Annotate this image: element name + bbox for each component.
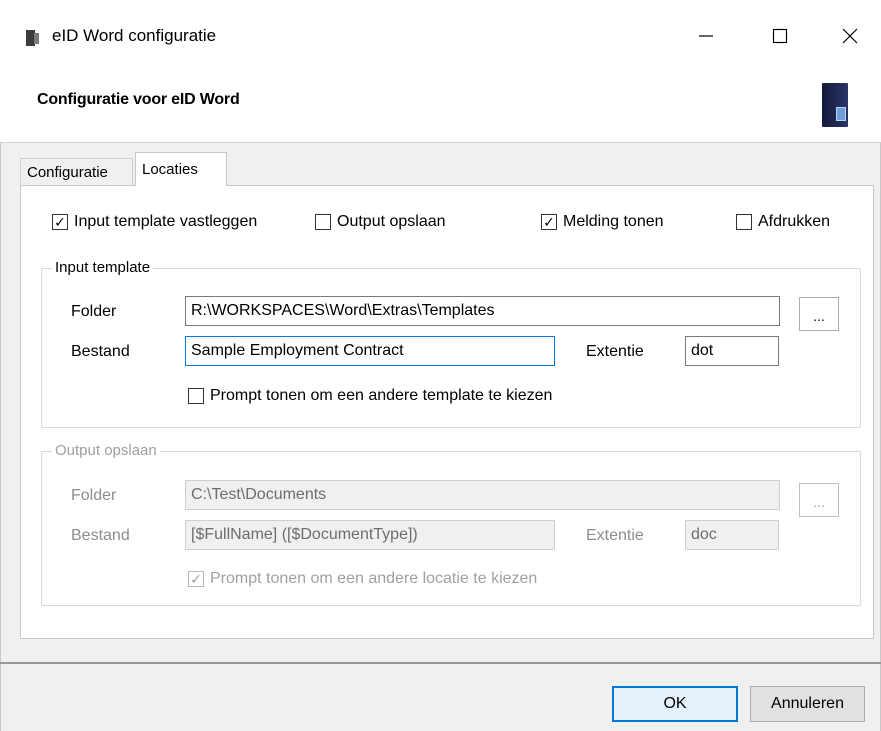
melding-tonen-checkbox[interactable]: ✓ Melding tonen xyxy=(541,213,664,231)
maximize-button[interactable] xyxy=(752,12,808,60)
checkbox-checked-icon: ✓ xyxy=(541,214,557,230)
dialog-footer xyxy=(0,664,881,731)
checkbox-unchecked-icon xyxy=(736,214,752,230)
checkbox-checked-icon: ✓ xyxy=(52,214,68,230)
window-title: eID Word configuratie xyxy=(52,26,217,45)
checkbox-label: Melding tonen xyxy=(563,213,664,230)
checkbox-unchecked-icon xyxy=(315,214,331,230)
ok-button[interactable]: OK xyxy=(612,686,738,722)
checkbox-label: Output opslaan xyxy=(337,213,446,230)
output-extentie-label: Extentie xyxy=(586,527,644,544)
close-icon xyxy=(842,28,858,44)
output-folder-field[interactable]: C:\Test\Documents xyxy=(185,480,780,510)
output-bestand-label: Bestand xyxy=(71,527,130,544)
input-extentie-field[interactable]: dot xyxy=(685,336,779,366)
checkbox-label: Prompt tonen om een andere locatie te ki… xyxy=(210,570,538,587)
checkbox-checked-icon: ✓ xyxy=(188,571,204,587)
input-prompt-checkbox[interactable]: Prompt tonen om een andere template te k… xyxy=(188,387,552,405)
tab-configuratie[interactable]: Configuratie xyxy=(20,158,133,186)
minimize-button[interactable] xyxy=(678,12,734,60)
tab-locaties[interactable]: Locaties xyxy=(135,152,227,186)
input-template-vastleggen-checkbox[interactable]: ✓ Input template vastleggen xyxy=(52,213,257,231)
output-folder-browse-button[interactable]: ... xyxy=(799,483,839,517)
afdrukken-checkbox[interactable]: Afdrukken xyxy=(736,213,830,231)
minimize-icon xyxy=(699,35,713,37)
checkbox-unchecked-icon xyxy=(188,388,204,404)
checkbox-label: Afdrukken xyxy=(758,213,831,230)
output-extentie-field[interactable]: doc xyxy=(685,520,779,550)
cancel-button[interactable]: Annuleren xyxy=(750,686,865,722)
input-folder-browse-button[interactable]: ... xyxy=(799,297,839,331)
close-button[interactable] xyxy=(822,12,878,60)
output-bestand-field[interactable]: [$FullName] ([$DocumentType]) xyxy=(185,520,555,550)
eid-card-reader-icon xyxy=(822,83,848,127)
input-extentie-label: Extentie xyxy=(586,343,644,360)
checkbox-label: Prompt tonen om een andere template te k… xyxy=(210,387,553,404)
maximize-icon xyxy=(772,28,788,44)
page-title: Configuratie voor eID Word xyxy=(37,91,240,108)
window-titlebar[interactable]: eID Word configuratie xyxy=(0,0,881,80)
checkbox-label: Input template vastleggen xyxy=(74,213,258,230)
output-prompt-checkbox[interactable]: ✓ Prompt tonen om een andere locatie te … xyxy=(188,570,537,588)
input-bestand-field[interactable]: Sample Employment Contract xyxy=(185,336,555,366)
input-bestand-label: Bestand xyxy=(71,343,130,360)
input-folder-label: Folder xyxy=(71,303,117,320)
output-opslaan-legend: Output opslaan xyxy=(52,442,160,459)
app-icon xyxy=(26,30,40,46)
output-folder-label: Folder xyxy=(71,487,117,504)
input-template-legend: Input template xyxy=(52,259,154,276)
output-opslaan-checkbox[interactable]: Output opslaan xyxy=(315,213,446,231)
input-folder-field[interactable]: R:\WORKSPACES\Word\Extras\Templates xyxy=(185,296,780,326)
